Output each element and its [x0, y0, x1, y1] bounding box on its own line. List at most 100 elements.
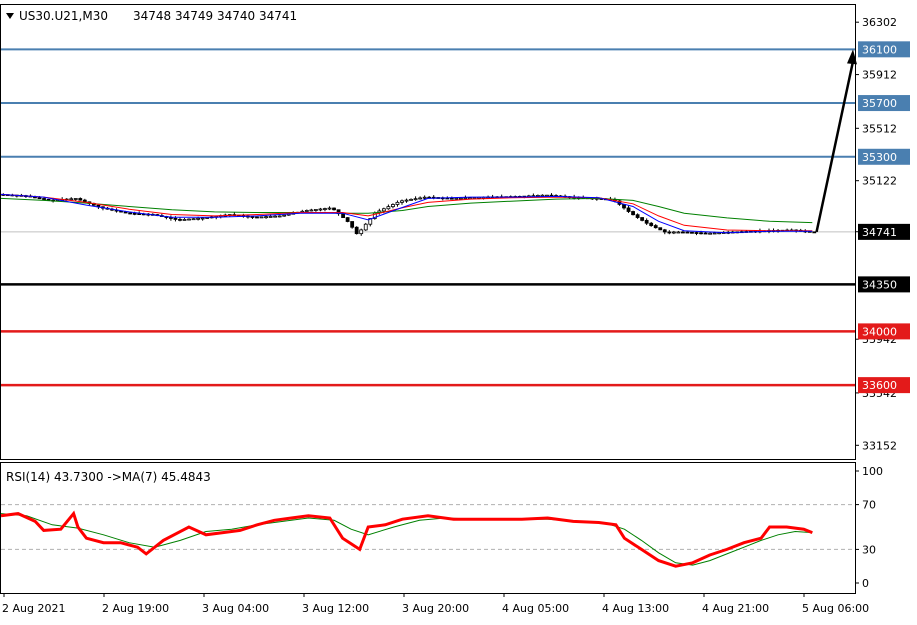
price-tick-label: 36302 — [862, 16, 897, 29]
time-tick-label: 4 Aug 13:00 — [602, 602, 669, 615]
time-tick-label: 3 Aug 04:00 — [202, 602, 269, 615]
level-tag-text: 35700 — [862, 97, 897, 110]
candle-body — [472, 197, 477, 199]
candle-body — [454, 197, 459, 200]
candle-body — [123, 211, 128, 214]
candle-body — [381, 208, 386, 212]
candle-body — [314, 209, 318, 211]
candle-body — [694, 232, 699, 234]
candle-body — [708, 232, 712, 235]
price-tick-label: 35512 — [862, 122, 897, 135]
candle-body — [404, 199, 409, 202]
candle-body — [635, 214, 640, 218]
candle-body — [626, 207, 631, 212]
level-tag-text: 34000 — [862, 325, 897, 338]
candle-body — [318, 208, 323, 211]
candle-body — [671, 231, 676, 234]
candle-body — [676, 231, 681, 234]
candle-body — [649, 222, 654, 226]
candle-body — [332, 207, 336, 211]
chart-canvas[interactable]: 3630235912355123512234742339423354233152… — [0, 0, 917, 625]
candle-body — [304, 210, 309, 212]
rsi-tick-label: 100 — [862, 465, 883, 478]
current-price-tag-text: 34741 — [862, 226, 897, 239]
price-tick-label: 35912 — [862, 69, 897, 82]
level-tag-text: 35300 — [862, 151, 897, 164]
candle-body — [409, 198, 413, 201]
candle-body — [182, 219, 187, 221]
candle-body — [699, 232, 703, 235]
candle-body — [386, 206, 391, 210]
candle-body — [173, 218, 178, 220]
candle-body — [82, 199, 87, 203]
time-tick-label: 4 Aug 05:00 — [502, 602, 569, 615]
price-tick-label: 35122 — [862, 175, 897, 188]
candle-body — [463, 197, 468, 200]
candle-body — [264, 216, 268, 219]
candle-body — [662, 229, 667, 233]
candle-body — [422, 196, 427, 199]
level-tag-text: 33600 — [862, 379, 897, 392]
candle-body — [255, 216, 259, 219]
candle-body — [703, 232, 708, 235]
candle-body — [640, 217, 645, 221]
candle-body — [132, 212, 137, 215]
price-tick-label: 33152 — [862, 439, 897, 452]
candle-body — [359, 229, 364, 235]
candle-body — [653, 225, 658, 229]
candle-body — [644, 219, 649, 224]
candle-body — [69, 198, 74, 201]
time-tick-label: 5 Aug 06:00 — [802, 602, 869, 615]
candle-body — [449, 197, 454, 200]
chart-window: 3630235912355123512234742339423354233152… — [0, 0, 917, 625]
candle-body — [363, 223, 368, 231]
candle-body — [345, 217, 350, 222]
candle-body — [712, 232, 717, 235]
candle-body — [350, 221, 355, 228]
symbol-label: US30.U21,M30 — [19, 9, 108, 23]
candle-body — [73, 198, 78, 200]
candle-body — [631, 211, 635, 216]
candle-body — [681, 231, 685, 234]
candle-body — [200, 217, 205, 220]
candle-body — [78, 198, 83, 201]
level-tag-text: 34350 — [862, 278, 897, 291]
candle-body — [413, 198, 418, 201]
candle-body — [128, 212, 133, 215]
time-tick-label: 3 Aug 20:00 — [402, 602, 469, 615]
candle-body — [268, 216, 273, 218]
candle-body — [178, 218, 182, 221]
rsi-tick-label: 30 — [862, 543, 876, 556]
ohlc-values: 34748 34749 34740 34741 — [133, 9, 297, 23]
candle-body — [685, 231, 690, 234]
rsi-tick-label: 70 — [862, 499, 876, 512]
candle-body — [395, 201, 400, 205]
candle-body — [273, 215, 278, 218]
candle-body — [458, 197, 463, 200]
candle-body — [341, 213, 345, 218]
candle-body — [196, 217, 200, 220]
candle-body — [354, 226, 359, 235]
candle-body — [400, 200, 404, 203]
candle-body — [191, 218, 196, 221]
candle-body — [658, 227, 663, 231]
candle-body — [391, 204, 395, 208]
time-tick-label: 4 Aug 21:00 — [702, 602, 769, 615]
candle-body — [42, 198, 46, 200]
candle-body — [250, 216, 255, 218]
candle-body — [187, 218, 191, 221]
candle-body — [418, 197, 423, 200]
level-tag-text: 36100 — [862, 43, 897, 56]
candle-body — [468, 197, 472, 200]
candle-body — [327, 207, 332, 210]
candle-body — [282, 214, 287, 217]
candle-body — [812, 231, 817, 234]
candle-body — [690, 231, 694, 234]
rsi-title: RSI(14) 43.7300 ->MA(7) 45.4843 — [6, 470, 211, 484]
candle-body — [667, 231, 672, 234]
candle-body — [540, 194, 545, 197]
rsi-tick-label: 0 — [862, 577, 869, 590]
candle-body — [323, 208, 327, 210]
candle-body — [259, 216, 264, 219]
candle-body — [37, 197, 42, 200]
